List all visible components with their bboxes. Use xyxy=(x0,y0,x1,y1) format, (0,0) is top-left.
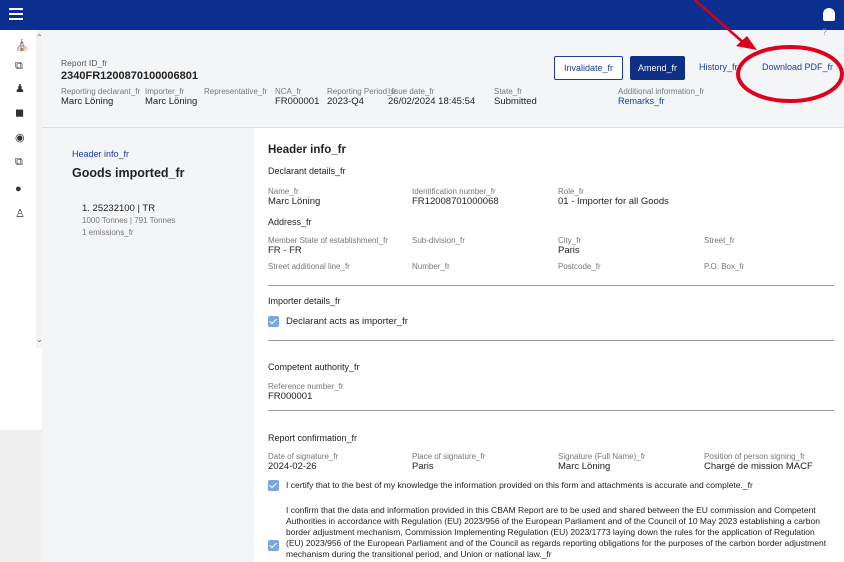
divider xyxy=(268,285,834,286)
help-icon[interactable]: ? xyxy=(822,27,827,37)
declarant-importer-label: Declarant acts as importer_fr xyxy=(286,316,408,327)
field-label: NCA_fr xyxy=(275,87,302,96)
id-number-value: FR12008701000068 xyxy=(412,196,499,207)
amend-button[interactable]: Amend_fr xyxy=(630,56,685,80)
goods-item[interactable]: 1. 25232100 | TR xyxy=(82,203,155,214)
address-heading: Address_fr xyxy=(268,217,312,227)
field-value: 26/02/2024 18:45:54 xyxy=(388,96,476,107)
divider xyxy=(268,340,834,341)
users-icon[interactable]: ♟ xyxy=(15,83,25,95)
position-value: Chargé de mission MACF xyxy=(704,461,813,472)
position-label: Position of person signing_fr xyxy=(704,452,805,461)
confirm-text: I confirm that the data and information … xyxy=(286,505,827,559)
field-value: FR000001 xyxy=(275,96,320,107)
certify-checkbox[interactable] xyxy=(268,480,279,491)
report-confirmation-heading: Report confirmation_fr xyxy=(268,433,358,443)
goods-imported-title: Goods imported_fr xyxy=(72,166,185,180)
member-state-value: FR - FR xyxy=(268,245,302,256)
field-label: Representative_fr xyxy=(204,87,268,96)
certify-text: I certify that to the best of my knowled… xyxy=(286,480,753,490)
name-value: Marc Löning xyxy=(268,196,321,207)
field-value: Marc Löning xyxy=(61,96,114,107)
report-id-label: Report ID_fr xyxy=(61,58,108,68)
field-value: 2023-Q4 xyxy=(327,96,364,107)
copy-icon[interactable]: ⧉ xyxy=(15,60,23,72)
place-signature-label: Place of signature_fr xyxy=(412,452,486,461)
remarks-link[interactable]: Remarks_fr xyxy=(618,96,665,106)
section-title: Header info_fr xyxy=(268,144,346,156)
report-id: 2340FR1200870100006801 xyxy=(61,70,199,82)
bell-icon[interactable] xyxy=(823,8,835,21)
field-value: Marc Löning xyxy=(145,96,198,107)
field-label: Issue date_fr xyxy=(388,87,435,96)
street-label: Street_fr xyxy=(704,236,735,245)
number-label: Number_fr xyxy=(412,262,450,271)
id-number-label: Identification number_fr xyxy=(412,187,496,196)
postcode-label: Postcode_fr xyxy=(558,262,601,271)
importer-details-heading: Importer details_fr xyxy=(268,296,341,306)
role-label: Role_fr xyxy=(558,187,584,196)
pobox-label: P.O. Box_fr xyxy=(704,262,745,271)
place-signature-value: Paris xyxy=(412,461,434,472)
side-panel: Header info_fr Goods imported_fr 1. 2523… xyxy=(42,128,254,562)
home-icon[interactable]: ⛪ xyxy=(15,40,29,52)
field-label: Importer_fr xyxy=(145,87,185,96)
field-label: Reporting Period_fr xyxy=(327,87,397,96)
field-value: Submitted xyxy=(494,96,537,107)
top-bar xyxy=(0,0,844,30)
declarant-importer-checkbox[interactable] xyxy=(268,316,279,327)
date-signature-label: Date of signature_fr xyxy=(268,452,339,461)
competent-authority-heading: Competent authority_fr xyxy=(268,362,360,372)
header-info-link[interactable]: Header info_fr xyxy=(72,149,129,159)
date-signature-value: 2024-02-26 xyxy=(268,461,317,472)
header-info-content: Header info_fr Declarant details_fr Name… xyxy=(254,128,844,562)
menu-icon[interactable] xyxy=(9,8,23,20)
reference-number-value: FR000001 xyxy=(268,391,313,402)
member-state-label: Member State of establishment_fr xyxy=(268,236,389,245)
user-circle-icon[interactable]: ◉ xyxy=(15,132,25,144)
download-pdf-link[interactable]: Download PDF_fr xyxy=(762,62,833,72)
person-icon[interactable]: ♙ xyxy=(15,208,25,220)
report-header: Report ID_fr 2340FR1200870100006801 Repo… xyxy=(42,27,844,128)
role-value: 01 - Importer for all Goods xyxy=(558,196,669,207)
field-label: Additional information_fr xyxy=(618,87,705,96)
subdivision-label: Sub-division_fr xyxy=(412,236,465,245)
city-value: Paris xyxy=(558,245,580,256)
goods-emissions: 1 emissions_fr xyxy=(82,228,134,237)
copy-icon[interactable]: ⧉ xyxy=(15,156,23,168)
signature-name-label: Signature (Full Name)_fr xyxy=(558,452,646,461)
history-link[interactable]: History_fr xyxy=(699,62,738,72)
left-gutter xyxy=(0,430,42,562)
briefcase-icon[interactable]: ◼ xyxy=(15,107,24,119)
invalidate-button[interactable]: Invalidate_fr xyxy=(554,56,623,80)
field-label: Reporting declarant_fr xyxy=(61,87,141,96)
declarant-details-heading: Declarant details_fr xyxy=(268,166,346,176)
reference-number-label: Reference number_fr xyxy=(268,382,344,391)
city-label: City_fr xyxy=(558,236,582,245)
field-label: State_fr xyxy=(494,87,523,96)
goods-quantity: 1000 Tonnes | 791 Tonnes xyxy=(82,216,176,225)
divider xyxy=(268,410,834,411)
street-additional-label: Street additional line_fr xyxy=(268,262,350,271)
confirm-checkbox[interactable] xyxy=(268,540,279,551)
signature-name-value: Marc Löning xyxy=(558,461,611,472)
main-area: Report ID_fr 2340FR1200870100006801 Repo… xyxy=(42,27,844,562)
chat-icon[interactable]: ● xyxy=(15,183,22,195)
name-label: Name_fr xyxy=(268,187,299,196)
